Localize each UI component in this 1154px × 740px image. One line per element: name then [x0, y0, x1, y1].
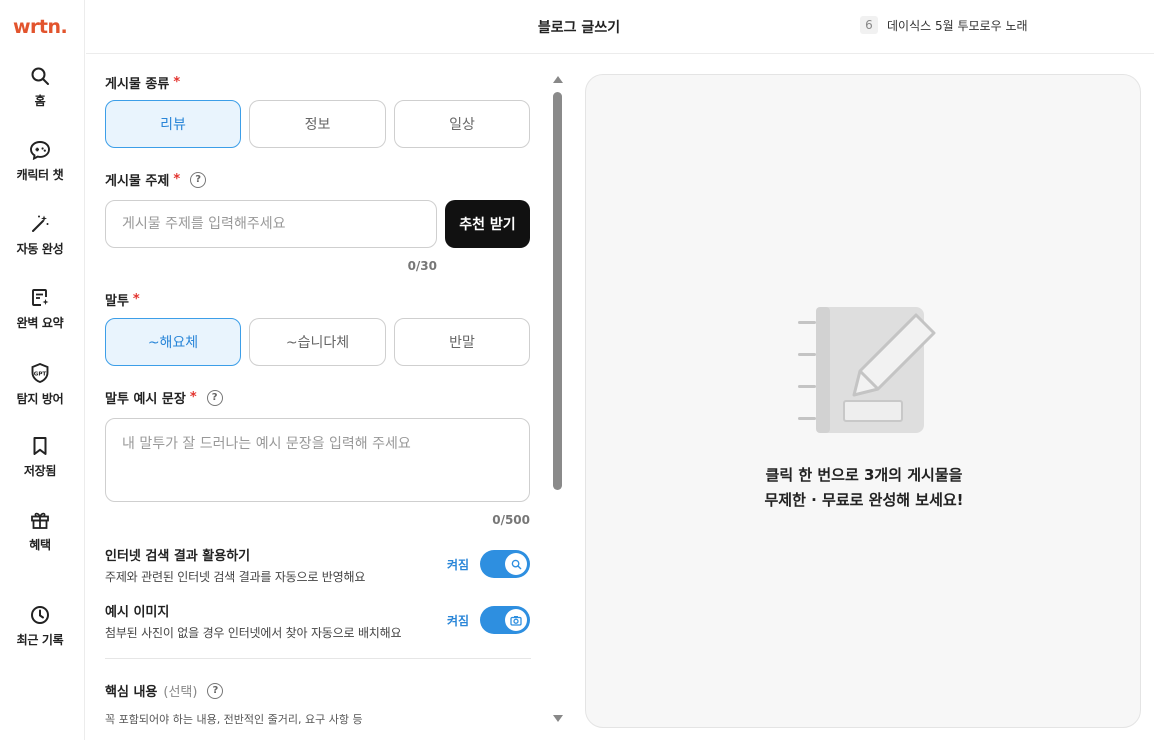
sidebar-item-label: 자동 완성	[16, 242, 64, 256]
key-content-label: 핵심 내용 (선택)?	[105, 681, 224, 700]
sidebar-item-character-chat[interactable]: 캐릭터 챗	[0, 140, 80, 183]
example-image-title: 예시 이미지	[105, 605, 170, 620]
gift-icon	[31, 512, 49, 529]
search-icon	[511, 559, 521, 569]
required-mark: *	[132, 292, 140, 307]
gamepad-chat-icon	[30, 141, 50, 160]
sidebar-item-recent[interactable]: 최근 기록	[0, 605, 80, 648]
sidebar-item-label: 캐릭터 챗	[16, 168, 64, 182]
sidebar-item-auto-complete[interactable]: 자동 완성	[0, 214, 80, 257]
topic-label: 게시물 주제 *?	[105, 170, 207, 189]
sidebar-item-detection-defense[interactable]: GPT 탐지 방어	[0, 362, 80, 407]
help-icon[interactable]: ?	[206, 389, 223, 406]
tone-option-banmal[interactable]: 반말	[394, 318, 530, 366]
bookmark-icon	[33, 437, 47, 455]
post-type-label: 게시물 종류 *	[105, 75, 181, 92]
camera-icon	[510, 615, 522, 626]
preview-message: 클릭 한 번으로 3개의 게시물을 무제한 · 무료로 완성해 보세요!	[586, 463, 1142, 513]
notebook-pencil-icon	[798, 307, 936, 433]
internet-search-desc: 주제와 관련된 인터넷 검색 결과를 자동으로 반영해요	[105, 570, 366, 584]
optional-mark: (선택)	[163, 685, 198, 700]
topic-input[interactable]	[105, 200, 437, 248]
sidebar-item-label: 혜택	[29, 538, 51, 552]
key-content-desc: 꼭 포함되어야 하는 내용, 전반적인 줄거리, 요구 사항 등	[105, 713, 363, 726]
required-mark: *	[173, 172, 181, 187]
sidebar-item-label: 최근 기록	[16, 633, 64, 647]
sidebar: wrtn. 홈 캐릭터 챗 자동 완성 완벽 요약 GPT 탐지 방어 저장됨 …	[0, 0, 85, 740]
internet-search-state: 켜짐	[447, 558, 470, 572]
form-scrollbar[interactable]	[552, 76, 564, 724]
internet-search-toggle[interactable]	[480, 550, 530, 578]
scroll-up-arrow-icon[interactable]	[553, 76, 563, 83]
tone-example-char-counter: 0/500	[492, 513, 530, 527]
top-bar: 블로그 글쓰기 6 데이식스 5월 투모로우 노래	[86, 0, 1154, 54]
svg-text:GPT: GPT	[34, 371, 47, 377]
magic-wand-icon	[32, 215, 49, 232]
gpt-shield-icon: GPT	[31, 362, 49, 383]
topic-char-counter: 0/30	[407, 259, 437, 273]
clock-icon	[31, 606, 49, 624]
tone-example-label: 말투 예시 문장 *?	[105, 388, 223, 407]
sidebar-item-label: 홈	[34, 94, 46, 108]
preview-message-line1: 클릭 한 번으로 3개의 게시물을	[765, 466, 963, 484]
section-divider	[105, 658, 531, 659]
tone-option-haeyo[interactable]: ~해요체	[105, 318, 241, 366]
preview-panel: 클릭 한 번으로 3개의 게시물을 무제한 · 무료로 완성해 보세요!	[585, 74, 1141, 728]
sidebar-item-label: 완벽 요약	[16, 316, 64, 330]
tone-example-textarea[interactable]	[105, 418, 530, 502]
sidebar-item-summary[interactable]: 완벽 요약	[0, 288, 80, 331]
required-mark: *	[189, 390, 197, 405]
post-type-option-review[interactable]: 리뷰	[105, 100, 241, 148]
sidebar-item-label: 저장됨	[23, 464, 57, 478]
trending-keyword[interactable]: 6 데이식스 5월 투모로우 노래	[860, 16, 1028, 34]
toggle-knob	[505, 553, 527, 575]
sidebar-item-home[interactable]: 홈	[0, 66, 80, 109]
search-icon	[31, 67, 49, 85]
recommend-button[interactable]: 추천 받기	[445, 200, 530, 248]
sidebar-item-benefits[interactable]: 혜택	[0, 510, 80, 553]
tone-label: 말투 *	[105, 292, 140, 309]
trending-rank: 6	[860, 16, 878, 34]
toggle-knob	[505, 609, 527, 631]
preview-message-line2: 무제한 · 무료로 완성해 보세요!	[764, 491, 964, 509]
scroll-thumb[interactable]	[553, 92, 562, 490]
document-sparkle-icon	[32, 289, 49, 306]
example-image-state: 켜짐	[447, 614, 470, 628]
blog-form: 게시물 종류* 리뷰 정보 일상 게시물 주제*? 추천 받기 0/30 말투*…	[86, 55, 552, 740]
example-image-toggle[interactable]	[480, 606, 530, 634]
sidebar-item-saved[interactable]: 저장됨	[0, 436, 80, 479]
required-mark: *	[173, 75, 181, 90]
post-type-option-info[interactable]: 정보	[249, 100, 386, 148]
wrtn-logo[interactable]: wrtn.	[13, 16, 68, 38]
internet-search-title: 인터넷 검색 결과 활용하기	[105, 549, 251, 564]
post-type-option-daily[interactable]: 일상	[394, 100, 530, 148]
example-image-desc: 첨부된 사진이 없을 경우 인터넷에서 찾아 자동으로 배치해요	[105, 626, 402, 640]
trending-text: 데이식스 5월 투모로우 노래	[887, 18, 1028, 33]
help-icon[interactable]: ?	[190, 171, 207, 188]
tone-option-seumnida[interactable]: ~습니다체	[249, 318, 386, 366]
scroll-down-arrow-icon[interactable]	[553, 715, 563, 722]
sidebar-item-label: 탐지 방어	[16, 392, 64, 406]
help-icon[interactable]: ?	[207, 682, 224, 699]
